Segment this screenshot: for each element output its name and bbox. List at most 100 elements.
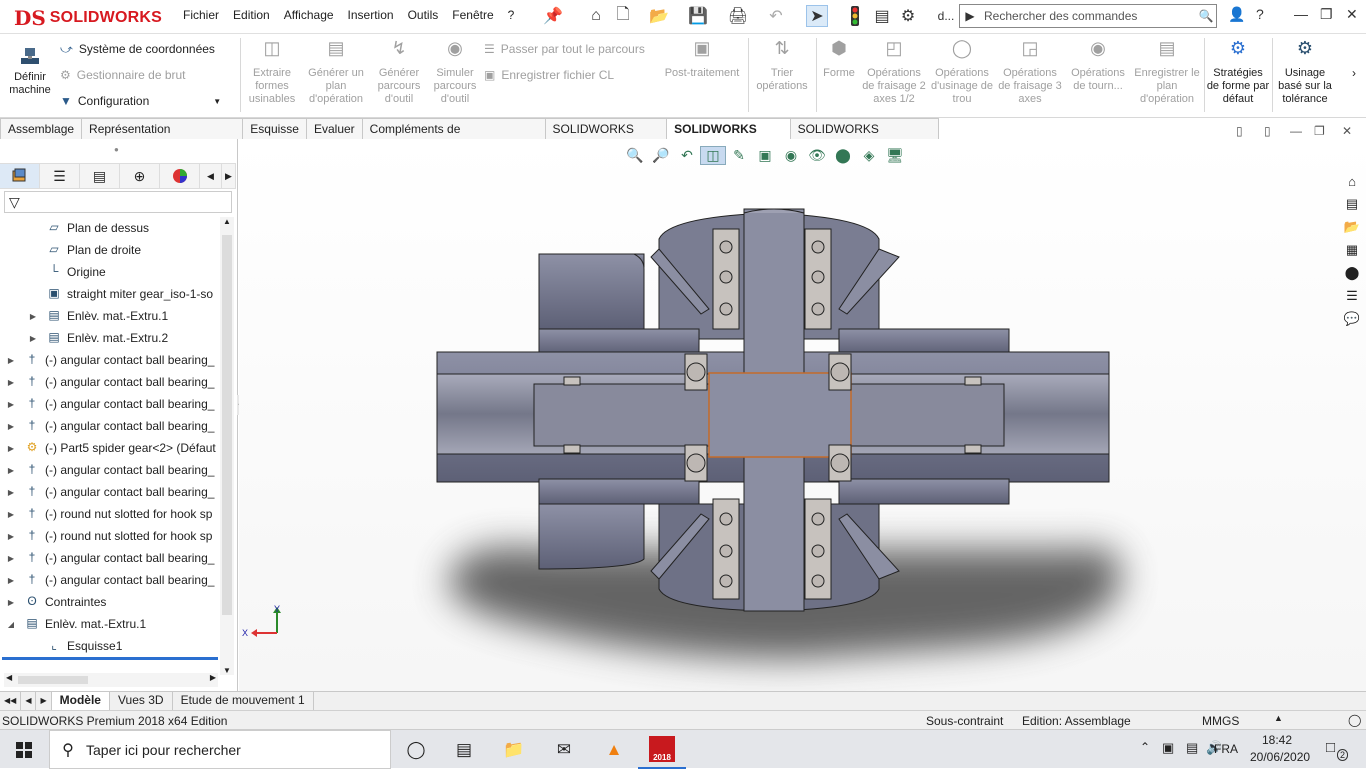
expand-icon[interactable]: ▶: [28, 334, 38, 343]
tree-item[interactable]: ▱ Plan de dessus: [0, 217, 220, 239]
generate-toolpath-button[interactable]: ↯ Générer parcours d'outil: [372, 39, 426, 106]
panel-splitter-dot[interactable]: ●: [114, 145, 119, 154]
edit-appearance-icon[interactable]: ⬤: [830, 147, 856, 164]
tree-item[interactable]: ▶ † (-) angular contact ball bearing_: [0, 569, 220, 591]
simulate-toolpath-button[interactable]: ◉ Simuler parcours d'outil: [430, 39, 480, 106]
language-indicator[interactable]: FRA: [1214, 742, 1238, 756]
expand-icon[interactable]: ▶: [6, 400, 16, 409]
shape-button[interactable]: ⬢ Forme: [818, 39, 860, 80]
windows-start-icon[interactable]: [0, 730, 48, 769]
tab-mbd[interactable]: SOLIDWORKS MBD: [544, 118, 668, 156]
search-icon[interactable]: 🔍: [1196, 9, 1216, 23]
clock-date[interactable]: 20/06/2020: [1250, 750, 1310, 764]
tab-inspection[interactable]: SOLIDWORKS Inspection: [789, 118, 940, 156]
solidworks-resources-icon[interactable]: ⌂: [1340, 170, 1364, 192]
expand-icon[interactable]: ▶: [6, 510, 16, 519]
feature-tree-tab-icon[interactable]: [0, 164, 40, 188]
vlc-icon[interactable]: ▲: [590, 730, 638, 769]
display-manager-tab-icon[interactable]: [160, 164, 200, 188]
save-cl-file-button[interactable]: ▣ Enregistrer fichier CL: [484, 64, 614, 86]
restore-icon[interactable]: ❐: [1320, 6, 1333, 23]
open-folder-icon[interactable]: 📂: [646, 5, 672, 27]
menu-file[interactable]: Fichier: [176, 8, 226, 22]
select-arrow-icon[interactable]: ➤: [806, 5, 828, 27]
solidworks-logo[interactable]: DS SOLIDWORKS: [14, 6, 162, 30]
file-explorer-icon[interactable]: 📂: [1340, 216, 1364, 238]
hole-machining-button[interactable]: ◯ Opérations d'usinage de trou: [930, 39, 994, 106]
step-through-button[interactable]: ☰ Passer par tout le parcours: [484, 38, 645, 60]
tree-item[interactable]: ⌞ Esquisse1: [0, 635, 220, 657]
undo-icon[interactable]: ↶: [764, 5, 788, 27]
menu-insert[interactable]: Insertion: [341, 8, 401, 22]
expand-icon[interactable]: ▶: [6, 356, 16, 365]
tree-item[interactable]: ▶ ▤ Enlèv. mat.-Extru.1: [0, 305, 220, 327]
default-strategies-button[interactable]: ⚙ Stratégies de forme par défaut: [1206, 39, 1270, 106]
tab-evaluate[interactable]: Evaluer: [305, 118, 363, 139]
hide-show-icon[interactable]: 👁: [804, 147, 830, 164]
expand-icon[interactable]: ▶: [6, 488, 16, 497]
expand-icon[interactable]: ▶: [6, 422, 16, 431]
unit-system[interactable]: MMGS: [1202, 714, 1239, 728]
status-help-icon[interactable]: ◯: [1348, 713, 1361, 727]
expand-icon[interactable]: ▶: [6, 598, 16, 607]
task-view-icon[interactable]: ▤: [440, 730, 488, 769]
solidworks-taskbar-icon[interactable]: 2018: [638, 730, 686, 769]
traffic-light-icon[interactable]: [846, 5, 864, 27]
view-orientation-icon[interactable]: ▣: [752, 147, 778, 164]
zoom-to-area-icon[interactable]: 🔎: [648, 147, 674, 164]
expand-icon[interactable]: ▶: [6, 532, 16, 541]
tab-model[interactable]: Modèle: [51, 692, 110, 710]
tree-item[interactable]: ▱ Plan de droite: [0, 239, 220, 261]
home-icon[interactable]: ⌂: [584, 5, 608, 27]
custom-properties-icon[interactable]: ☰: [1340, 285, 1364, 307]
menu-window[interactable]: Fenêtre: [445, 8, 500, 22]
save-icon[interactable]: 💾: [686, 5, 710, 27]
close-icon[interactable]: ✕: [1346, 6, 1358, 23]
tray-overflow-icon[interactable]: ⌃: [1140, 740, 1150, 754]
forum-icon[interactable]: 💬: [1340, 308, 1364, 330]
menu-help[interactable]: ?: [501, 8, 522, 22]
appearances-icon[interactable]: ⬤: [1340, 262, 1364, 284]
dimxpert-tab-icon[interactable]: ⊕: [120, 164, 160, 188]
view-settings-icon[interactable]: 🖥: [882, 147, 908, 164]
command-search-box[interactable]: ▶ Rechercher des commandes 🔍: [959, 4, 1217, 28]
print-icon[interactable]: 🖨: [726, 5, 750, 27]
doc-restore-icon[interactable]: ❐: [1314, 124, 1325, 138]
mail-icon[interactable]: ✉: [540, 730, 588, 769]
pane-left-icon[interactable]: ▯: [1236, 124, 1243, 138]
tree-item[interactable]: └ Origine: [0, 261, 220, 283]
scroll-down-icon[interactable]: ▼: [220, 666, 234, 675]
tabs-scroll-right-icon[interactable]: ▶: [222, 164, 236, 188]
post-process-button[interactable]: ▣ Post-traitement: [660, 39, 744, 80]
tree-item[interactable]: ▶ † (-) angular contact ball bearing_: [0, 393, 220, 415]
tree-item[interactable]: ▶ † (-) round nut slotted for hook sp: [0, 525, 220, 547]
pin-icon[interactable]: 📌: [543, 5, 563, 27]
pane-right-icon[interactable]: ▯: [1264, 124, 1271, 138]
display-style-icon[interactable]: ◉: [778, 147, 804, 164]
rollback-bar[interactable]: [2, 657, 218, 660]
sort-operations-button[interactable]: ⇅ Trier opérations: [756, 39, 808, 93]
tab-assembly[interactable]: Assemblage: [0, 118, 83, 139]
tab-cam[interactable]: SOLIDWORKS CAM: [666, 118, 791, 156]
turning-operations-button[interactable]: ◉ Opérations de tourn...: [1066, 39, 1130, 93]
expand-icon[interactable]: ▶: [28, 312, 38, 321]
extract-features-button[interactable]: ◫ Extraire formes usinables: [244, 39, 300, 106]
expand-icon[interactable]: ▶: [6, 576, 16, 585]
tabs-scroll-left-icon[interactable]: ◀: [200, 164, 222, 188]
new-document-icon[interactable]: 🗋: [612, 5, 634, 27]
options-gear-icon[interactable]: ⚙: [898, 5, 918, 27]
tree-hscrollbar[interactable]: ◀ ▶: [4, 673, 218, 687]
configuration-button[interactable]: ▼ Configuration ▼: [60, 90, 221, 112]
tab-schematic[interactable]: Représentation schématique: [81, 118, 244, 156]
configuration-manager-tab-icon[interactable]: ▤: [80, 164, 120, 188]
clock-time[interactable]: 18:42: [1262, 733, 1292, 747]
section-view-icon[interactable]: ◫: [700, 145, 726, 165]
model-view[interactable]: [239, 139, 1366, 691]
hscroll-left-icon[interactable]: ◀: [6, 673, 12, 682]
define-machine-button[interactable]: Définir machine: [4, 46, 56, 97]
tree-item[interactable]: ▶ † (-) angular contact ball bearing_: [0, 371, 220, 393]
tree-item[interactable]: ▶ † (-) angular contact ball bearing_: [0, 459, 220, 481]
property-manager-tab-icon[interactable]: ☰: [40, 164, 80, 188]
design-library-icon[interactable]: ▤: [1340, 193, 1364, 215]
file-explorer-taskbar-icon[interactable]: 📁: [490, 730, 538, 769]
